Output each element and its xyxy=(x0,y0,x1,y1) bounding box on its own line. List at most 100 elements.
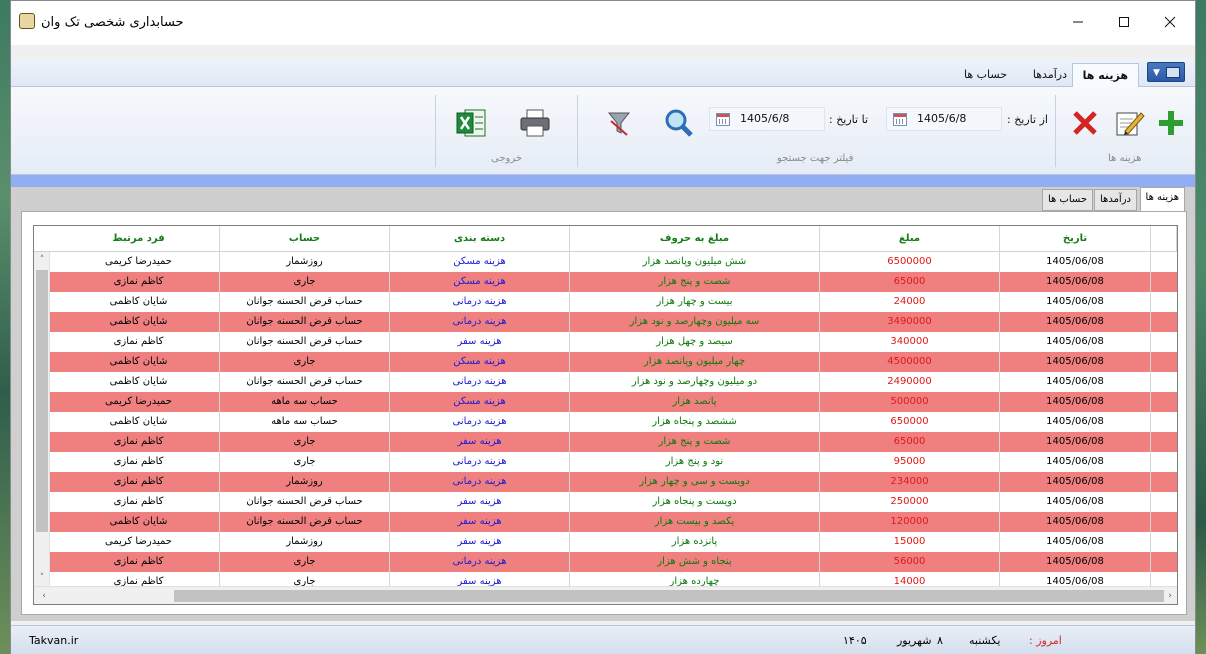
cell-category[interactable]: هزینه درمانی xyxy=(390,292,570,312)
cell-amount[interactable]: 65000 xyxy=(820,272,1000,292)
cell-person[interactable]: کاظم نمازی xyxy=(58,332,220,352)
cell-account[interactable]: جاری xyxy=(220,452,390,472)
cell-category[interactable]: هزینه درمانی xyxy=(390,452,570,472)
cell-date[interactable]: 1405/06/08 xyxy=(1000,412,1151,432)
cell-date[interactable]: 1405/06/08 xyxy=(1000,292,1151,312)
cell-account[interactable]: جاری xyxy=(220,352,390,372)
cell-category[interactable]: هزینه سفر xyxy=(390,532,570,552)
horizontal-scrollbar[interactable]: ‹ › xyxy=(34,586,1177,604)
cell-amount[interactable]: 2490000 xyxy=(820,372,1000,392)
cell-category[interactable]: هزینه درمانی xyxy=(390,312,570,332)
cell-amount-words[interactable]: پانصد هزار xyxy=(570,392,820,412)
cell-date[interactable]: 1405/06/08 xyxy=(1000,392,1151,412)
cell-category[interactable]: هزینه سفر xyxy=(390,512,570,532)
cell-amount[interactable]: 95000 xyxy=(820,452,1000,472)
cell-date[interactable]: 1405/06/08 xyxy=(1000,332,1151,352)
header-account[interactable]: حساب xyxy=(220,226,390,252)
from-date-picker[interactable]: 1405/6/8 xyxy=(886,107,1002,131)
header-date[interactable]: تاریخ xyxy=(1000,226,1151,252)
table-row[interactable]: 1405/06/08 15000 پانزده هزار هزینه سفر روزشم… xyxy=(34,532,1177,552)
cell-category[interactable]: هزینه درمانی xyxy=(390,472,570,492)
table-row[interactable]: 1405/06/08 2490000 دو میلیون وچهارصد و نود… xyxy=(34,372,1177,392)
ribbon-tab-income[interactable]: درآمدها xyxy=(1023,63,1077,87)
scroll-right-icon[interactable]: › xyxy=(1164,590,1176,602)
cell-amount-words[interactable]: شش میلیون وپانصد هزار xyxy=(570,252,820,272)
cell-person[interactable]: شایان کاظمی xyxy=(58,412,220,432)
cell-person[interactable]: شایان کاظمی xyxy=(58,312,220,332)
cell-amount[interactable]: 15000 xyxy=(820,532,1000,552)
table-row[interactable]: 1405/06/08 56000 پنجاه و شش هزار هزینه درما… xyxy=(34,552,1177,572)
cell-category[interactable]: هزینه مسکن xyxy=(390,352,570,372)
table-row[interactable]: 1405/06/08 95000 نود و پنج هزار هزینه درمان… xyxy=(34,452,1177,472)
cell-account[interactable]: جاری xyxy=(220,272,390,292)
header-amount-words[interactable]: مبلغ به حروف xyxy=(570,226,820,252)
table-row[interactable]: 1405/06/08 6500000 شش میلیون وپانصد هزار هز… xyxy=(34,252,1177,272)
cell-person[interactable]: کاظم نمازی xyxy=(58,492,220,512)
cell-person[interactable]: حمیدرضا کریمی xyxy=(58,392,220,412)
cell-date[interactable]: 1405/06/08 xyxy=(1000,272,1151,292)
cell-amount-words[interactable]: دو میلیون وچهارصد و نود هزار xyxy=(570,372,820,392)
cell-category[interactable]: هزینه سفر xyxy=(390,332,570,352)
table-row[interactable]: 1405/06/08 120000 یکصد و بیست هزار هزینه سف… xyxy=(34,512,1177,532)
cell-amount-words[interactable]: دویست و سی و چهار هزار xyxy=(570,472,820,492)
cell-account[interactable]: جاری xyxy=(220,552,390,572)
cell-category[interactable]: هزینه سفر xyxy=(390,492,570,512)
maximize-button[interactable] xyxy=(1109,9,1139,35)
table-row[interactable]: 1405/06/08 340000 سیصد و چهل هزار هزینه سفر… xyxy=(34,332,1177,352)
cell-date[interactable]: 1405/06/08 xyxy=(1000,372,1151,392)
close-window-button[interactable] xyxy=(1155,9,1185,35)
table-row[interactable]: 1405/06/08 65000 شصت و پنج هزار هزینه مسکن ج… xyxy=(34,272,1177,292)
cell-person[interactable]: کاظم نمازی xyxy=(58,272,220,292)
cell-amount-words[interactable]: پنجاه و شش هزار xyxy=(570,552,820,572)
cell-category[interactable]: هزینه مسکن xyxy=(390,272,570,292)
cell-account[interactable]: روزشمار xyxy=(220,252,390,272)
cell-category[interactable]: هزینه مسکن xyxy=(390,252,570,272)
cell-amount[interactable]: 120000 xyxy=(820,512,1000,532)
cell-person[interactable]: کاظم نمازی xyxy=(58,432,220,452)
table-row[interactable]: 1405/06/08 3490000 سه میلیون وچهارصد و نود… xyxy=(34,312,1177,332)
scroll-left-icon[interactable]: ‹ xyxy=(38,590,50,602)
inner-tab-expenses[interactable]: هزینه ها xyxy=(1139,187,1185,211)
cell-person[interactable]: حمیدرضا کریمی xyxy=(58,532,220,552)
cell-account[interactable]: حساب قرض الحسنه جوانان xyxy=(220,292,390,312)
cell-amount[interactable]: 65000 xyxy=(820,432,1000,452)
table-row[interactable]: 1405/06/08 234000 دویست و سی و چهار هزار هز… xyxy=(34,472,1177,492)
cell-account[interactable]: حساب قرض الحسنه جوانان xyxy=(220,512,390,532)
cell-person[interactable]: شایان کاظمی xyxy=(58,352,220,372)
cell-date[interactable]: 1405/06/08 xyxy=(1000,432,1151,452)
cell-category[interactable]: هزینه مسکن xyxy=(390,392,570,412)
cell-amount[interactable]: 340000 xyxy=(820,332,1000,352)
cell-account[interactable]: روزشمار xyxy=(220,532,390,552)
cell-person[interactable]: کاظم نمازی xyxy=(58,452,220,472)
cell-account[interactable]: حساب سه ماهه xyxy=(220,412,390,432)
cell-date[interactable]: 1405/06/08 xyxy=(1000,492,1151,512)
cell-category[interactable]: هزینه سفر xyxy=(390,432,570,452)
cell-category[interactable]: هزینه درمانی xyxy=(390,552,570,572)
cell-amount-words[interactable]: بیست و چهار هزار xyxy=(570,292,820,312)
table-row[interactable]: 1405/06/08 250000 دویست و پنجاه هزار هزینه … xyxy=(34,492,1177,512)
cell-amount[interactable]: 6500000 xyxy=(820,252,1000,272)
cell-category[interactable]: هزینه درمانی xyxy=(390,412,570,432)
cell-account[interactable]: حساب قرض الحسنه جوانان xyxy=(220,372,390,392)
vertical-scroll-thumb[interactable] xyxy=(36,270,48,532)
cell-amount[interactable]: 3490000 xyxy=(820,312,1000,332)
cell-date[interactable]: 1405/06/08 xyxy=(1000,472,1151,492)
header-amount[interactable]: مبلغ xyxy=(820,226,1000,252)
cell-amount[interactable]: 24000 xyxy=(820,292,1000,312)
delete-expense-button[interactable] xyxy=(1067,105,1103,141)
cell-person[interactable]: کاظم نمازی xyxy=(58,472,220,492)
cell-date[interactable]: 1405/06/08 xyxy=(1000,252,1151,272)
print-button[interactable] xyxy=(517,105,553,141)
add-expense-button[interactable] xyxy=(1153,105,1189,141)
cell-category[interactable]: هزینه درمانی xyxy=(390,372,570,392)
horizontal-scroll-thumb[interactable] xyxy=(174,590,1164,602)
header-person[interactable]: فرد مرتبط xyxy=(58,226,220,252)
cell-amount-words[interactable]: سه میلیون وچهارصد و نود هزار xyxy=(570,312,820,332)
cell-date[interactable]: 1405/06/08 xyxy=(1000,452,1151,472)
cell-amount-words[interactable]: چهار میلیون وپانصد هزار xyxy=(570,352,820,372)
inner-tab-income[interactable]: درآمدها xyxy=(1094,189,1137,211)
ribbon-tab-expenses[interactable]: هزینه ها xyxy=(1071,63,1139,87)
cell-account[interactable]: حساب قرض الحسنه جوانان xyxy=(220,492,390,512)
scroll-up-icon[interactable]: ˄ xyxy=(36,254,48,266)
cell-amount-words[interactable]: یکصد و بیست هزار xyxy=(570,512,820,532)
